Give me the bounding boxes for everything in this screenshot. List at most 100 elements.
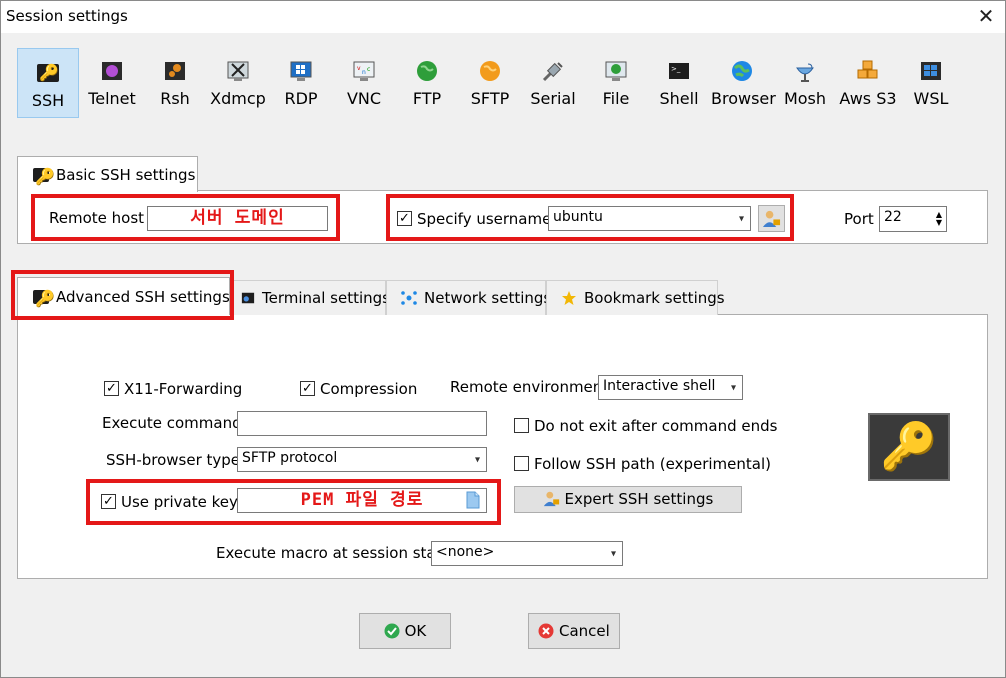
remote-environment-label: Remote environment: <box>450 378 614 396</box>
execute-macro-select[interactable]: <none> ▾ <box>431 541 623 566</box>
remote-host-label: Remote host * <box>49 209 157 227</box>
protocol-label: Rsh <box>160 89 190 108</box>
remote-environment-select[interactable]: Interactive shell ▾ <box>598 375 743 400</box>
protocol-label: Aws S3 <box>839 89 897 108</box>
tab-bookmark-settings[interactable]: Bookmark settings <box>546 280 725 315</box>
file-icon <box>605 61 627 81</box>
rsh-icon <box>165 62 185 80</box>
protocol-aws-s3[interactable]: Aws S3 <box>837 48 899 118</box>
chevron-down-icon: ▾ <box>730 382 736 393</box>
network-icon <box>401 291 417 305</box>
execute-command-label: Execute command: <box>102 414 247 432</box>
ftp-globe-icon <box>417 61 437 81</box>
protocol-shell[interactable]: >_ Shell <box>648 48 710 118</box>
check-circle-icon <box>384 623 400 639</box>
specify-username-label: Specify username <box>417 210 552 228</box>
username-value: ubuntu <box>553 209 603 225</box>
protocol-ssh[interactable]: SSH <box>17 48 79 118</box>
svg-text:c: c <box>367 66 370 73</box>
user-icon <box>762 210 781 228</box>
serial-plug-icon <box>542 62 563 82</box>
cancel-label: Cancel <box>558 622 610 640</box>
telnet-icon <box>102 62 122 80</box>
compression-label: Compression <box>320 380 418 398</box>
protocol-ftp[interactable]: FTP <box>396 48 458 118</box>
close-icon[interactable]: ✕ <box>972 2 1000 30</box>
ssh-key-icon <box>37 63 59 82</box>
tab-label: Network settings <box>424 289 552 307</box>
shell-terminal-icon: >_ <box>669 63 689 79</box>
terminal-icon <box>241 292 255 304</box>
user-icon <box>543 491 559 507</box>
cancel-circle-icon <box>538 623 554 639</box>
protocol-label: File <box>602 89 630 108</box>
highlight-advanced-tab <box>11 270 234 320</box>
tab-label: Basic SSH settings <box>56 165 196 184</box>
protocol-rdp[interactable]: RDP <box>270 48 332 118</box>
specify-username-checkbox[interactable]: ✓ <box>397 211 412 226</box>
ssh-browser-type-value: SFTP protocol <box>242 450 338 466</box>
protocol-rsh[interactable]: Rsh <box>144 48 206 118</box>
compression-checkbox[interactable]: ✓ <box>300 381 315 396</box>
advanced-settings-panel <box>17 314 988 579</box>
xdmcp-icon <box>227 61 249 81</box>
remote-host-input[interactable]: 서버 도메인 <box>147 206 328 231</box>
protocol-label: Mosh <box>783 89 827 108</box>
do-not-exit-checkbox[interactable] <box>514 418 529 433</box>
protocol-label: SFTP <box>470 89 510 108</box>
chevron-down-icon: ▾ <box>474 454 480 465</box>
svg-text:v: v <box>357 65 361 72</box>
protocol-sftp[interactable]: SFTP <box>459 48 521 118</box>
use-private-key-checkbox[interactable]: ✓ <box>101 494 116 509</box>
private-key-path-input[interactable]: PEM 파일 경로 <box>237 488 487 513</box>
protocol-mosh[interactable]: Mosh <box>774 48 836 118</box>
rdp-icon <box>290 61 312 81</box>
follow-ssh-path-checkbox[interactable] <box>514 456 529 471</box>
key-icon <box>33 167 55 186</box>
cancel-button[interactable]: Cancel <box>528 613 620 649</box>
protocol-label: SSH <box>31 91 65 110</box>
protocol-telnet[interactable]: Telnet <box>81 48 143 118</box>
expert-ssh-settings-button[interactable]: Expert SSH settings <box>514 486 742 513</box>
protocol-label: Xdmcp <box>210 89 266 108</box>
protocol-xdmcp[interactable]: Xdmcp <box>207 48 269 118</box>
private-key-path-value: PEM 파일 경로 <box>300 490 424 510</box>
tab-label: Terminal settings <box>262 289 390 307</box>
protocol-serial[interactable]: Serial <box>522 48 584 118</box>
ok-label: OK <box>404 622 427 640</box>
protocol-label: VNC <box>346 89 382 108</box>
vnc-icon: vn c <box>353 61 375 81</box>
protocol-label: FTP <box>412 89 442 108</box>
remote-environment-value: Interactive shell <box>603 378 716 394</box>
port-spinner[interactable]: 22 ▲ ▼ <box>879 206 947 232</box>
protocol-vnc[interactable]: vnc VNC <box>333 48 395 118</box>
spin-down-icon[interactable]: ▼ <box>936 219 942 227</box>
x11-forwarding-label: X11-Forwarding <box>124 380 243 398</box>
ssh-browser-type-label: SSH-browser type: <box>106 451 246 469</box>
user-picker-button[interactable] <box>758 205 785 232</box>
expert-ssh-settings-label: Expert SSH settings <box>564 490 714 508</box>
tab-network-settings[interactable]: Network settings <box>386 280 551 315</box>
protocol-label: RDP <box>284 89 318 108</box>
use-private-key-label: Use private key <box>121 493 238 511</box>
protocol-browser[interactable]: Browser <box>711 48 776 118</box>
ssh-browser-type-select[interactable]: SFTP protocol ▾ <box>237 447 487 472</box>
title-bar <box>1 1 1005 33</box>
svg-text:>_: >_ <box>671 65 681 73</box>
chevron-down-icon: ▾ <box>610 548 616 559</box>
execute-command-input[interactable] <box>237 411 487 436</box>
ok-button[interactable]: OK <box>359 613 451 649</box>
tab-terminal-settings[interactable]: Terminal settings <box>232 280 390 315</box>
username-combobox[interactable]: ubuntu ▾ <box>548 206 751 231</box>
x11-forwarding-checkbox[interactable]: ✓ <box>104 381 119 396</box>
tab-basic-ssh-settings[interactable]: Basic SSH settings <box>17 156 198 192</box>
mosh-satellite-icon <box>796 63 814 82</box>
protocol-wsl[interactable]: WSL <box>900 48 962 118</box>
protocol-label: Browser <box>711 89 776 108</box>
ssh-key-icon: 🔑 <box>868 413 950 481</box>
tab-label: Bookmark settings <box>584 289 725 307</box>
wsl-windows-icon <box>921 62 941 80</box>
file-browse-icon[interactable] <box>466 491 480 509</box>
protocol-file[interactable]: File <box>585 48 647 118</box>
protocol-label: Shell <box>659 89 699 108</box>
